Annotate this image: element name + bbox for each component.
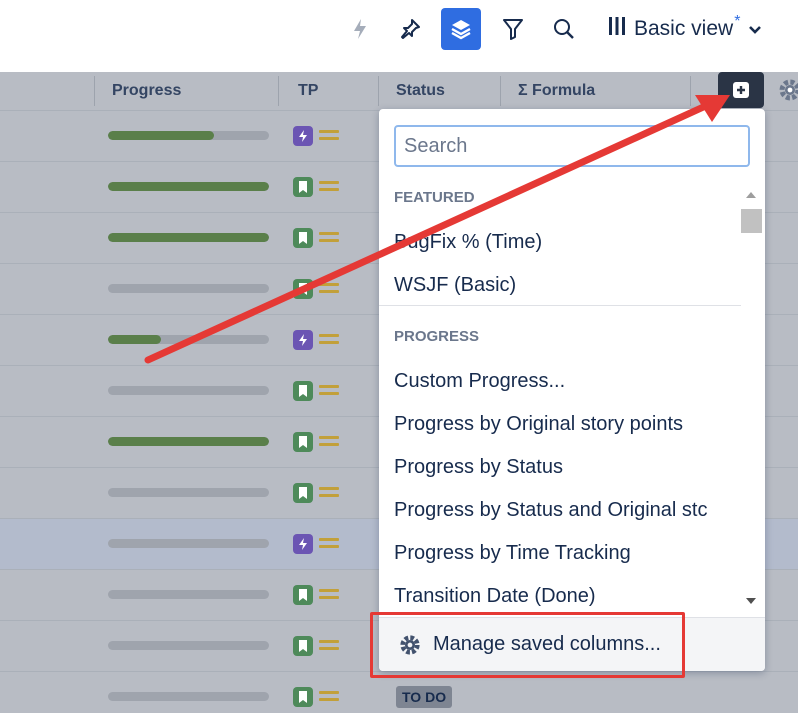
priority-medium-icon xyxy=(319,181,339,193)
list-item[interactable]: Progress by Time Tracking xyxy=(394,542,631,565)
search-icon[interactable] xyxy=(544,8,584,50)
column-header-status[interactable]: Status xyxy=(396,72,445,110)
list-item[interactable]: BugFix % (Time) xyxy=(394,231,542,254)
progress-fill xyxy=(108,335,162,344)
table-row[interactable]: TO DO xyxy=(0,671,798,713)
list-item[interactable]: Progress by Status xyxy=(394,456,563,479)
scroll-down-icon xyxy=(746,598,756,604)
scroll-thumb[interactable] xyxy=(741,209,762,233)
divider xyxy=(379,305,741,306)
toolbar: Basic view * xyxy=(0,0,798,62)
column-search-input[interactable] xyxy=(394,125,750,167)
progress-bar xyxy=(108,335,269,344)
progress-bar xyxy=(108,386,269,395)
column-separator xyxy=(690,76,691,106)
column-header-progress[interactable]: Progress xyxy=(112,72,181,110)
progress-bar xyxy=(108,233,269,242)
bolt-icon[interactable] xyxy=(340,8,380,50)
list-item[interactable]: Transition Date (Done) xyxy=(394,585,596,608)
column-list: FEATURED BugFix % (Time) WSJF (Basic) PR… xyxy=(379,179,741,617)
list-item[interactable]: WSJF (Basic) xyxy=(394,274,516,297)
pin-icon[interactable] xyxy=(390,8,430,50)
progress-bar xyxy=(108,590,269,599)
view-label: Basic view xyxy=(634,17,734,40)
progress-bar xyxy=(108,437,269,446)
add-column-button[interactable] xyxy=(718,72,764,108)
story-type-icon xyxy=(293,636,313,656)
priority-medium-icon xyxy=(319,130,339,142)
story-type-icon xyxy=(293,483,313,503)
layers-icon[interactable] xyxy=(441,8,481,50)
story-type-icon xyxy=(293,687,313,707)
story-type-icon xyxy=(293,228,313,248)
column-header-formula[interactable]: Σ Formula xyxy=(518,72,595,110)
priority-medium-icon xyxy=(319,538,339,550)
column-separator xyxy=(378,76,379,106)
priority-medium-icon xyxy=(319,334,339,346)
progress-bar xyxy=(108,692,269,701)
section-header-featured: FEATURED xyxy=(394,189,475,206)
story-type-icon xyxy=(293,177,313,197)
list-scrollbar[interactable] xyxy=(741,183,762,615)
column-separator xyxy=(500,76,501,106)
section-header-progress: PROGRESS xyxy=(394,328,480,345)
view-selector[interactable]: Basic view * xyxy=(608,10,762,48)
progress-bar xyxy=(108,539,269,548)
priority-medium-icon xyxy=(319,283,339,295)
column-separator xyxy=(94,76,95,106)
progress-bar xyxy=(108,284,269,293)
filter-icon[interactable] xyxy=(493,8,533,50)
progress-fill xyxy=(108,233,269,242)
priority-medium-icon xyxy=(319,232,339,244)
progress-fill xyxy=(108,131,215,140)
status-badge[interactable]: TO DO xyxy=(396,686,453,708)
story-type-icon xyxy=(293,381,313,401)
plus-icon xyxy=(733,82,749,98)
priority-medium-icon xyxy=(319,589,339,601)
story-type-icon xyxy=(293,585,313,605)
epic-type-icon xyxy=(293,330,313,350)
progress-bar xyxy=(108,488,269,497)
priority-medium-icon xyxy=(319,640,339,652)
column-separator xyxy=(278,76,279,106)
progress-bar xyxy=(108,131,269,140)
progress-fill xyxy=(108,182,269,191)
progress-bar xyxy=(108,641,269,650)
priority-medium-icon xyxy=(319,385,339,397)
gear-icon xyxy=(400,634,420,655)
progress-bar xyxy=(108,182,269,191)
modified-marker: * xyxy=(734,13,741,30)
epic-type-icon xyxy=(293,126,313,146)
column-header-tp[interactable]: TP xyxy=(298,72,318,110)
list-item[interactable]: Progress by Status and Original stc xyxy=(394,499,707,522)
add-column-dropdown: FEATURED BugFix % (Time) WSJF (Basic) PR… xyxy=(379,109,765,671)
settings-gear-icon[interactable] xyxy=(778,78,798,107)
list-item[interactable]: Custom Progress... xyxy=(394,370,565,393)
columns-icon xyxy=(608,15,626,43)
priority-medium-icon xyxy=(319,487,339,499)
chevron-down-icon xyxy=(748,17,762,41)
priority-medium-icon xyxy=(319,436,339,448)
story-type-icon xyxy=(293,432,313,452)
progress-fill xyxy=(108,437,269,446)
priority-medium-icon xyxy=(319,691,339,703)
epic-type-icon xyxy=(293,534,313,554)
list-item[interactable]: Progress by Original story points xyxy=(394,413,683,436)
story-type-icon xyxy=(293,279,313,299)
manage-label: Manage saved columns... xyxy=(433,633,661,655)
manage-saved-columns-button[interactable]: Manage saved columns... xyxy=(379,617,765,671)
scroll-up-icon xyxy=(746,192,756,198)
